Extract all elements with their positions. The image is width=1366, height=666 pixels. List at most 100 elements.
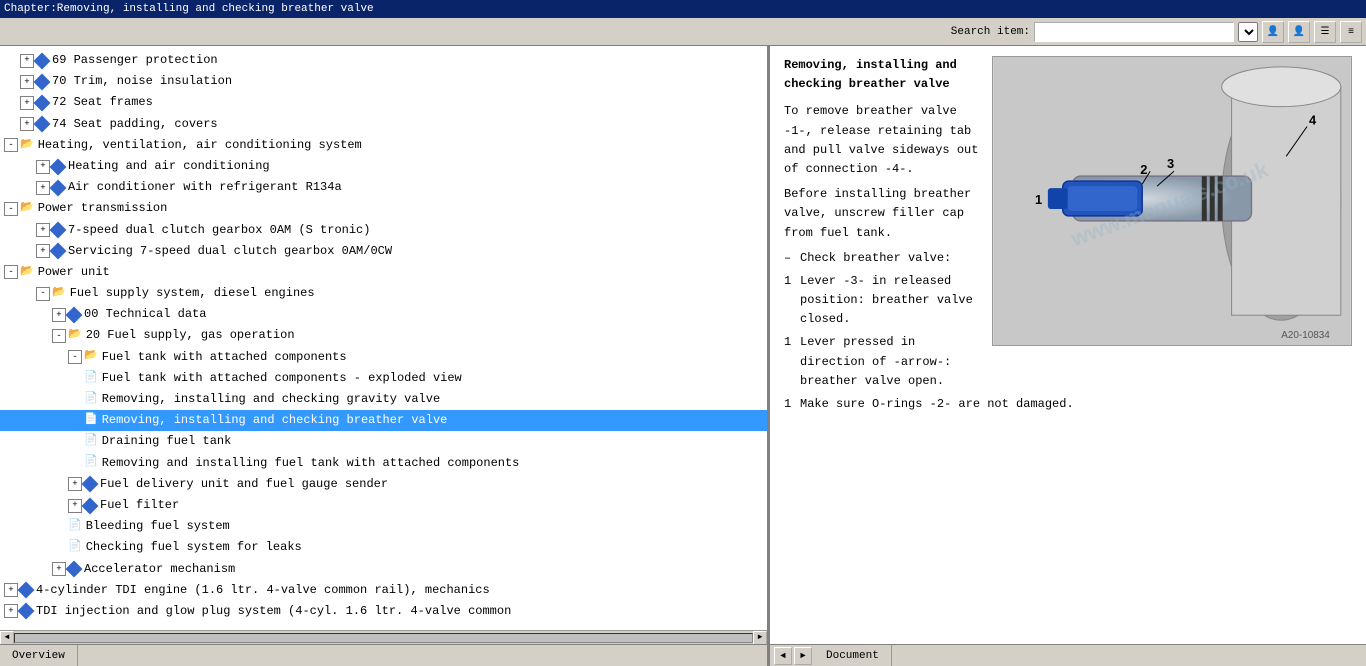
expand-icon[interactable]: +	[52, 562, 66, 576]
tree-item-breather[interactable]: 📄 Removing, installing and checking brea…	[0, 410, 767, 431]
tree-item-accelerator[interactable]: + Accelerator mechanism	[0, 559, 767, 580]
tree-label: 20 Fuel supply, gas operation	[86, 326, 295, 345]
tree-item-tdi[interactable]: + TDI injection and glow plug system (4-…	[0, 601, 767, 622]
scroll-track[interactable]	[14, 633, 753, 643]
tree-item-power-unit[interactable]: - 📂 Power unit	[0, 262, 767, 283]
title-text: Chapter:Removing, installing and checkin…	[4, 3, 374, 15]
tree-item-draining[interactable]: 📄 Draining fuel tank	[0, 431, 767, 452]
tree-item-servicing[interactable]: + Servicing 7-speed dual clutch gearbox …	[0, 241, 767, 262]
options-btn[interactable]: ≡	[1340, 21, 1362, 43]
tree-item-filter[interactable]: + Fuel filter	[0, 495, 767, 516]
expand-icon[interactable]: +	[20, 75, 34, 89]
nav-prev-btn[interactable]: ◄	[774, 647, 792, 665]
overview-tab[interactable]: Overview	[0, 645, 78, 666]
tree-item-gravity[interactable]: 📄 Removing, installing and checking grav…	[0, 389, 767, 410]
expand-icon[interactable]: -	[4, 265, 18, 279]
expand-icon[interactable]: -	[4, 138, 18, 152]
tree-label: 70 Trim, noise insulation	[52, 72, 232, 91]
expand-icon[interactable]: +	[36, 160, 50, 174]
tree-label: Accelerator mechanism	[84, 560, 235, 579]
tree-item-00tech[interactable]: + 00 Technical data	[0, 304, 767, 325]
folder-icon: 📂	[68, 327, 82, 345]
doc-icon: 📄	[68, 518, 82, 536]
tree-item-70[interactable]: + 70 Trim, noise insulation	[0, 71, 767, 92]
status-bar: Overview ◄ ► Document	[0, 644, 1366, 666]
folder-icon: 📂	[52, 285, 66, 303]
nav-next-btn[interactable]: ►	[794, 647, 812, 665]
expand-icon[interactable]: +	[68, 499, 82, 513]
expand-icon[interactable]: -	[36, 287, 50, 301]
tree-label: 72 Seat frames	[52, 93, 153, 112]
tree-label: Fuel tank with attached components	[102, 348, 347, 367]
status-right: ◄ ► Document	[770, 645, 896, 666]
scroll-left-btn[interactable]: ◄	[0, 631, 14, 645]
tree-item-74[interactable]: + 74 Seat padding, covers	[0, 114, 767, 135]
doc-image-svg: 1 2 3 4 www.manuals.co.uk A20-10834	[993, 57, 1351, 345]
search-input[interactable]	[1034, 22, 1234, 42]
tree-item-power-trans[interactable]: - 📂 Power transmission	[0, 198, 767, 219]
tree-item-remove-tank[interactable]: 📄 Removing and installing fuel tank with…	[0, 453, 767, 474]
tree-label: Fuel supply system, diesel engines	[70, 284, 315, 303]
tree-item-tank-components[interactable]: - 📂 Fuel tank with attached components	[0, 347, 767, 368]
tree-item-fuel-supply[interactable]: - 📂 Fuel supply system, diesel engines	[0, 283, 767, 304]
main-container: + 69 Passenger protection + 70 Trim, noi…	[0, 46, 1366, 644]
tree-item-checking[interactable]: 📄 Checking fuel system for leaks	[0, 537, 767, 558]
tree-label: Fuel delivery unit and fuel gauge sender	[100, 475, 388, 494]
search-dropdown[interactable]	[1238, 22, 1258, 42]
tree-item-20fuel[interactable]: - 📂 20 Fuel supply, gas operation	[0, 325, 767, 346]
expand-icon[interactable]: +	[52, 308, 66, 322]
doc-item-2: 1 Lever pressed in direction of -arrow-:…	[784, 333, 982, 391]
doc-icon: 📄	[68, 539, 82, 557]
toolbar: Search item: 👤 👤 ☰ ≡	[0, 18, 1366, 46]
search-btn-user1[interactable]: 👤	[1262, 21, 1284, 43]
tree-label: 4-cylinder TDI engine (1.6 ltr. 4-valve …	[36, 581, 490, 600]
tree-item-hvac[interactable]: - 📂 Heating, ventilation, air conditioni…	[0, 135, 767, 156]
tree-item-heating[interactable]: + Heating and air conditioning	[0, 156, 767, 177]
expand-icon[interactable]: +	[20, 117, 34, 131]
tree-item-bleeding[interactable]: 📄 Bleeding fuel system	[0, 516, 767, 537]
tree-container[interactable]: + 69 Passenger protection + 70 Trim, noi…	[0, 46, 767, 630]
svg-text:3: 3	[1167, 156, 1174, 171]
tree-item-exploded[interactable]: 📄 Fuel tank with attached components - e…	[0, 368, 767, 389]
bullet-symbol: –	[784, 249, 800, 268]
menu-btn[interactable]: ☰	[1314, 21, 1336, 43]
left-panel: + 69 Passenger protection + 70 Trim, noi…	[0, 46, 770, 644]
svg-text:2: 2	[1140, 162, 1147, 177]
expand-icon[interactable]: +	[36, 244, 50, 258]
expand-icon[interactable]: +	[4, 604, 18, 618]
expand-icon[interactable]: +	[68, 477, 82, 491]
doc-icon: 📄	[84, 391, 98, 409]
expand-icon[interactable]: +	[20, 54, 34, 68]
item-num: 1	[784, 272, 800, 330]
folder-icon: 📂	[20, 200, 34, 218]
document-tab[interactable]: Document	[814, 645, 892, 666]
item-num: 1	[784, 333, 800, 391]
expand-icon[interactable]: -	[52, 329, 66, 343]
tree-label: 69 Passenger protection	[52, 51, 218, 70]
tree-item-69[interactable]: + 69 Passenger protection	[0, 50, 767, 71]
right-panel: 1 2 3 4 www.manuals.co.uk A20-10834	[770, 46, 1366, 644]
tree-item-72[interactable]: + 72 Seat frames	[0, 92, 767, 113]
expand-icon[interactable]: -	[4, 202, 18, 216]
tree-label: Fuel filter	[100, 496, 179, 515]
expand-icon[interactable]: +	[20, 96, 34, 110]
expand-icon[interactable]: +	[36, 223, 50, 237]
tree-item-4cyl[interactable]: + 4-cylinder TDI engine (1.6 ltr. 4-valv…	[0, 580, 767, 601]
tree-label: Removing, installing and checking gravit…	[102, 390, 440, 409]
tree-label: Power transmission	[38, 199, 168, 218]
tree-item-7speed[interactable]: + 7-speed dual clutch gearbox 0AM (S tro…	[0, 220, 767, 241]
expand-icon[interactable]: +	[4, 583, 18, 597]
tree-label: 74 Seat padding, covers	[52, 115, 218, 134]
expand-icon[interactable]: +	[36, 181, 50, 195]
doc-check-header: – Check breather valve:	[784, 249, 982, 268]
tree-label: 7-speed dual clutch gearbox 0AM (S troni…	[68, 221, 370, 240]
tree-item-delivery[interactable]: + Fuel delivery unit and fuel gauge send…	[0, 474, 767, 495]
tree-item-ac[interactable]: + Air conditioner with refrigerant R134a	[0, 177, 767, 198]
scroll-right-btn[interactable]: ►	[753, 631, 767, 645]
tree-label: Servicing 7-speed dual clutch gearbox 0A…	[68, 242, 392, 261]
doc-icon: 📄	[84, 454, 98, 472]
doc-item-3: 1 Make sure O-rings -2- are not damaged.	[784, 395, 1352, 414]
folder-icon: 📂	[84, 348, 98, 366]
search-btn-user2[interactable]: 👤	[1288, 21, 1310, 43]
expand-icon[interactable]: -	[68, 350, 82, 364]
